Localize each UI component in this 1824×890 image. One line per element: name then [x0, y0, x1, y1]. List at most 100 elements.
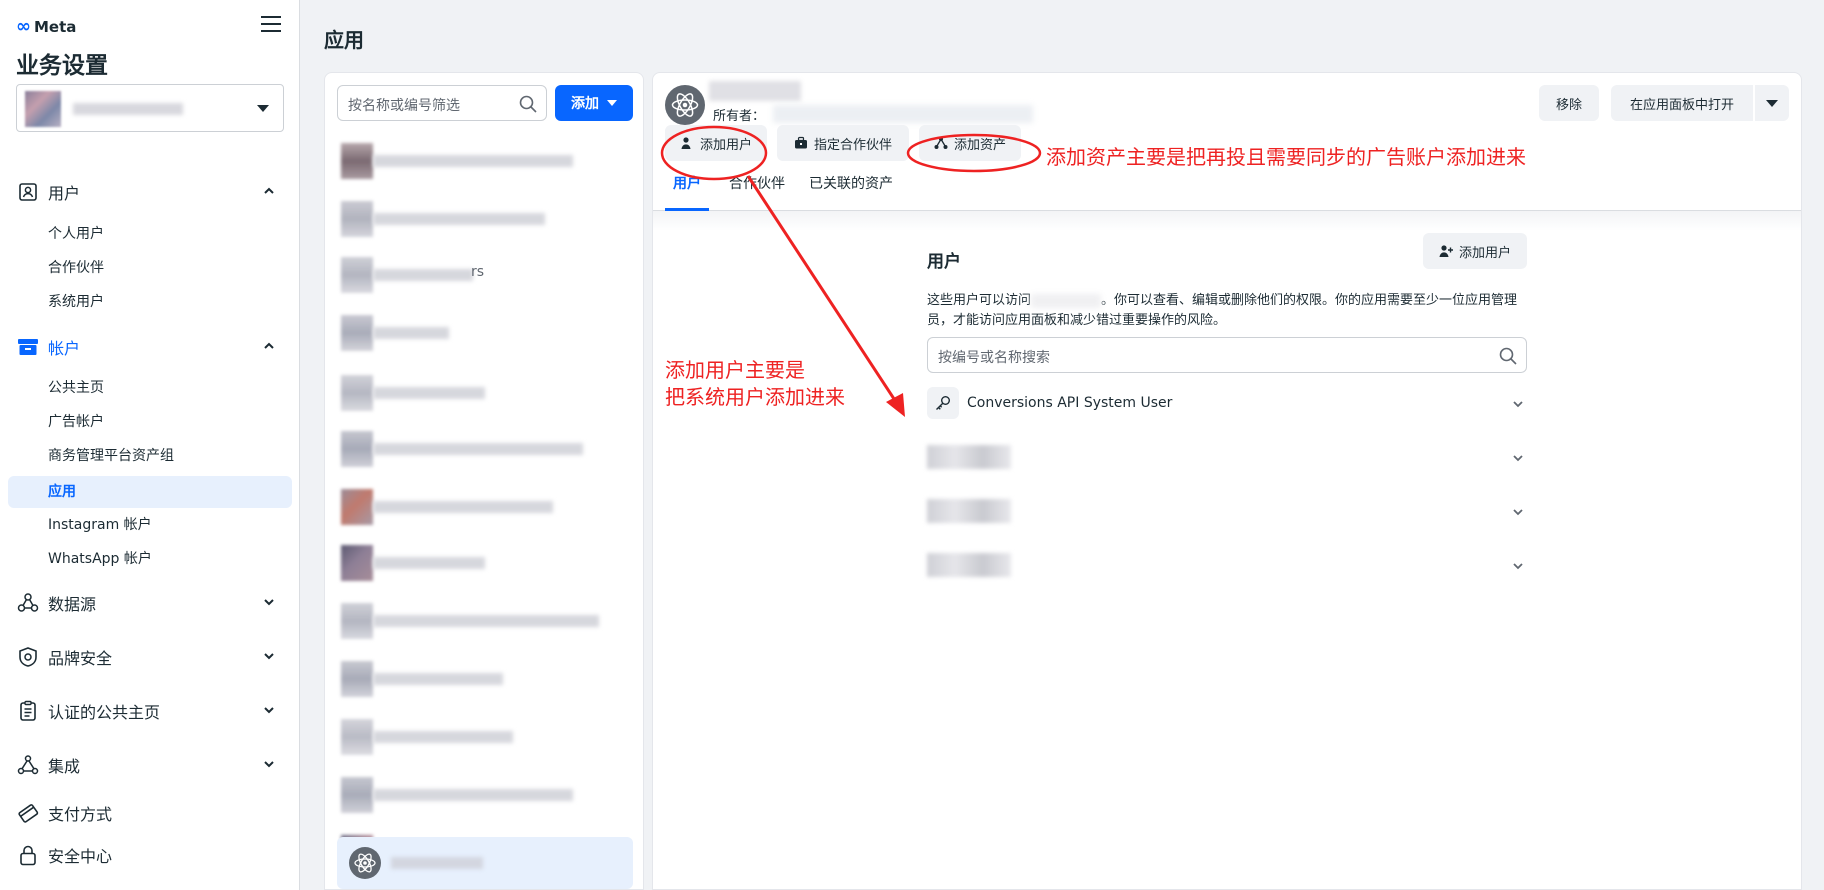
- tab-partners[interactable]: 合作伙伴: [729, 167, 785, 211]
- desc-before: 这些用户可以访问: [927, 293, 1032, 308]
- owner-label: 所有者：: [713, 109, 766, 124]
- app-name-redacted: [373, 155, 573, 167]
- nav-item-asset-groups[interactable]: 商务管理平台资产组: [48, 445, 174, 467]
- app-thumbnail: [341, 719, 373, 755]
- list-item[interactable]: [337, 309, 633, 353]
- credit-card-icon: [16, 801, 40, 825]
- nav-item-instagram[interactable]: Instagram 帐户: [48, 514, 152, 536]
- people-description: 这些用户可以访问 。你可以查看、编辑或删除他们的权限。你的应用需要至少一位应用管理…: [927, 291, 1527, 331]
- app-detail-panel: 所有者： 移除 在应用面板中打开 添加用户 指定合作伙伴 添加资产 用户 合作伙…: [652, 72, 1802, 890]
- add-assets-label: 添加资产: [953, 137, 1006, 153]
- add-app-button[interactable]: 添加: [555, 85, 633, 121]
- caret-down-icon: [1766, 99, 1778, 107]
- nav-section-security[interactable]: 安全中心: [16, 839, 284, 871]
- add-assets-button[interactable]: 添加资产: [919, 125, 1021, 161]
- people-row[interactable]: Conversions API System User: [927, 383, 1527, 423]
- app-thumbnail: [341, 777, 373, 813]
- list-item[interactable]: rs: [337, 251, 633, 295]
- chevron-down-icon: [264, 599, 274, 606]
- nav-item-partners[interactable]: 合作伙伴: [48, 257, 104, 279]
- list-item[interactable]: [337, 655, 633, 699]
- nav-section-data-sources[interactable]: 数据源: [16, 587, 284, 619]
- add-people-label: 添加用户: [1458, 245, 1511, 261]
- list-item[interactable]: [337, 195, 633, 239]
- business-settings-title: 业务设置: [16, 53, 108, 79]
- app-name-redacted: [373, 789, 573, 801]
- list-item[interactable]: [337, 425, 633, 469]
- list-item-selected[interactable]: [337, 837, 633, 889]
- list-item[interactable]: [337, 713, 633, 757]
- chevron-down-icon[interactable]: [1511, 559, 1525, 573]
- app-atom-icon: [665, 85, 705, 125]
- remove-button[interactable]: 移除: [1539, 85, 1599, 121]
- nav-section-label: 认证的公共主页: [48, 703, 161, 722]
- people-row[interactable]: [927, 545, 1527, 585]
- menu-icon[interactable]: [261, 16, 281, 34]
- chevron-down-icon: [264, 761, 274, 768]
- tab-connected-assets[interactable]: 已关联的资产: [809, 167, 893, 211]
- nav-item-ad-accounts[interactable]: 广告帐户: [48, 411, 104, 433]
- app-thumbnail: [341, 143, 373, 179]
- tab-people[interactable]: 用户: [665, 167, 709, 211]
- open-label: 在应用面板中打开: [1629, 97, 1734, 113]
- nav-item-apps[interactable]: 应用: [48, 481, 76, 503]
- nav-item-people[interactable]: 个人用户: [48, 223, 104, 245]
- search-icon: [1499, 347, 1517, 365]
- app-thumbnail: [341, 603, 373, 639]
- add-people-note-line2: 把系统用户添加进来: [665, 385, 845, 409]
- business-selector[interactable]: [16, 84, 284, 132]
- assign-partner-button[interactable]: 指定合作伙伴: [777, 125, 909, 161]
- add-people-button[interactable]: 添加用户: [665, 125, 767, 161]
- chevron-down-icon[interactable]: [1511, 505, 1525, 519]
- add-label: 添加: [571, 96, 599, 112]
- app-name-redacted: [373, 557, 485, 569]
- app-thumbnail: [341, 431, 373, 467]
- open-in-app-dashboard-button[interactable]: 在应用面板中打开: [1611, 85, 1753, 121]
- nav-section-verified-pages[interactable]: 认证的公共主页: [16, 695, 284, 727]
- list-item[interactable]: [337, 369, 633, 413]
- nav-section-accounts[interactable]: 帐户: [16, 331, 284, 363]
- caret-down-icon: [257, 105, 269, 112]
- people-search-input[interactable]: 按编号或名称搜索: [927, 337, 1527, 373]
- app-thumbnail: [341, 661, 373, 697]
- list-item[interactable]: [337, 539, 633, 583]
- filter-input[interactable]: 按名称或编号筛选: [337, 85, 547, 121]
- add-people-button-secondary[interactable]: 添加用户: [1423, 233, 1527, 269]
- tab-shadow: [653, 211, 1801, 231]
- people-row[interactable]: [927, 491, 1527, 531]
- app-thumbnail: [341, 375, 373, 411]
- apps-list-panel: 按名称或编号筛选 添加 rs: [324, 72, 644, 890]
- nav-section-label: 集成: [48, 757, 81, 776]
- system-user-name: Conversions API System User: [967, 395, 1173, 411]
- chevron-down-icon[interactable]: [1511, 397, 1525, 411]
- app-thumbnail: [341, 257, 373, 293]
- nav-section-integrations[interactable]: 集成: [16, 749, 284, 781]
- nav-item-pages[interactable]: 公共主页: [48, 377, 104, 399]
- people-row[interactable]: [927, 437, 1527, 477]
- nav-section-payments[interactable]: 支付方式: [16, 797, 284, 829]
- add-assets-note: 添加资产主要是把再投且需要同步的广告账户添加进来: [1046, 145, 1526, 169]
- nav-item-whatsapp[interactable]: WhatsApp 帐户: [48, 548, 152, 570]
- nav-section-brand-safety[interactable]: 品牌安全: [16, 641, 284, 673]
- list-item[interactable]: [337, 483, 633, 527]
- clipboard-icon: [16, 699, 40, 723]
- detail-tabs: 用户 合作伙伴 已关联的资产: [653, 167, 1801, 211]
- meta-logo[interactable]: ∞ Meta: [16, 16, 76, 37]
- app-thumbnail: [341, 201, 373, 237]
- nav-section-users[interactable]: 用户: [16, 176, 284, 208]
- list-item[interactable]: [337, 137, 633, 181]
- list-item[interactable]: [337, 597, 633, 641]
- chevron-down-icon[interactable]: [1511, 451, 1525, 465]
- app-name-redacted: [373, 269, 473, 281]
- data-sources-icon: [16, 591, 40, 615]
- people-heading: 用户: [927, 252, 961, 272]
- nav-section-label: 支付方式: [48, 805, 113, 824]
- list-item[interactable]: [337, 771, 633, 815]
- nav-item-system-users[interactable]: 系统用户: [48, 291, 104, 313]
- side-nav: ∞ Meta 业务设置 用户 个人用户 合作伙伴 系统用户 帐户 公共主页 广告…: [0, 0, 300, 890]
- chevron-down-icon: [264, 707, 274, 714]
- page-title: 应用: [324, 28, 364, 52]
- meta-logo-text: Meta: [34, 17, 77, 36]
- more-options-button[interactable]: [1755, 85, 1789, 121]
- chevron-up-icon: [264, 187, 274, 194]
